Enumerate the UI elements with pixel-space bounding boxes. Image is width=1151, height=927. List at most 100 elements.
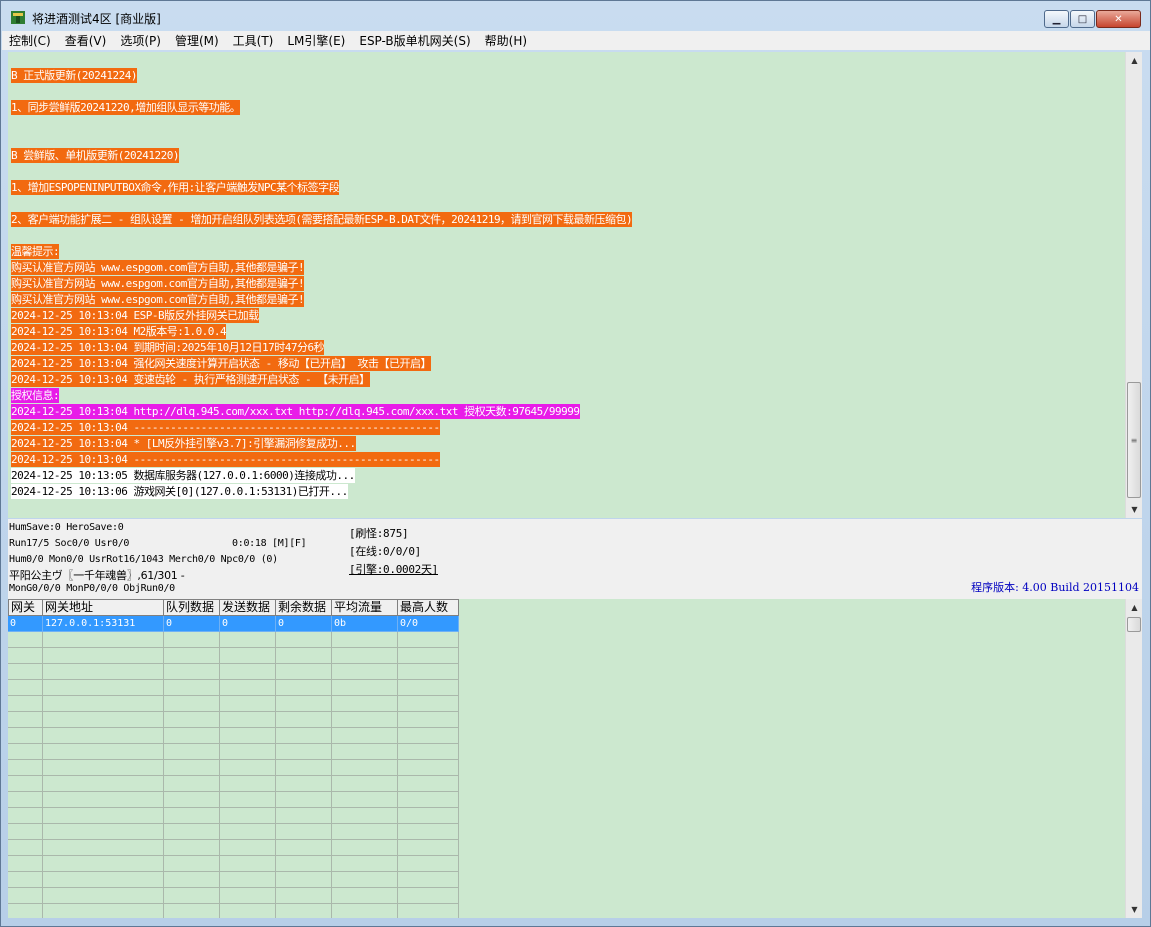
empty-table-row: [8, 696, 459, 712]
log-line: 购买认准官方网站 www.espgom.com官方自助,其他都是骗子!: [11, 292, 305, 307]
empty-table-cell: [8, 824, 43, 840]
minimize-button[interactable]: ▁: [1044, 10, 1069, 28]
scroll-down-icon[interactable]: ▼: [1126, 901, 1142, 918]
column-header[interactable]: 发送数据: [220, 599, 276, 616]
empty-table-cell: [398, 792, 459, 808]
empty-table-row: [8, 840, 459, 856]
refresh-monster-count: [刷怪:875]: [349, 527, 409, 540]
table-cell: 0/0: [398, 616, 459, 632]
log-line: 2024-12-25 10:13:04 变速齿轮 - 执行严格测速开启状态 - …: [11, 372, 370, 387]
empty-table-cell: [332, 776, 398, 792]
run-status: Run17/5 Soc0/0 Usr0/0: [9, 538, 130, 549]
empty-table-cell: [43, 680, 164, 696]
column-header[interactable]: 剩余数据: [276, 599, 332, 616]
empty-table-cell: [220, 664, 276, 680]
empty-table-cell: [276, 712, 332, 728]
empty-table-row: [8, 680, 459, 696]
empty-table-cell: [398, 872, 459, 888]
menu-lm-engine[interactable]: LM引擎(E): [280, 32, 352, 49]
empty-table-cell: [332, 760, 398, 776]
empty-table-cell: [220, 808, 276, 824]
scroll-up-icon[interactable]: ▲: [1126, 599, 1142, 616]
empty-table-cell: [43, 904, 164, 918]
monster-gen-status: MonG0/0/0 MonP0/0/0 ObjRun0/0: [9, 583, 175, 594]
empty-table-cell: [220, 632, 276, 648]
empty-table-cell: [332, 664, 398, 680]
column-header[interactable]: 网关地址: [43, 599, 164, 616]
empty-table-cell: [8, 632, 43, 648]
empty-table-cell: [220, 840, 276, 856]
log-line: 1、增加ESPOPENINPUTBOX命令,作用:让客户端触发NPC某个标签字段: [11, 180, 340, 195]
title-bar[interactable]: 将进酒测试4区 [商业版] ▁ □ ✕: [1, 1, 1150, 31]
table-cell: 0: [276, 616, 332, 632]
empty-table-row: [8, 904, 459, 918]
empty-table-cell: [8, 904, 43, 918]
scroll-thumb[interactable]: ≡: [1127, 382, 1141, 498]
log-line: 2024-12-25 10:13:04 http://dlq.945.com/x…: [11, 404, 580, 419]
log-line: 2024-12-25 10:13:05 数据库服务器(127.0.0.1:600…: [11, 468, 355, 483]
empty-table-cell: [8, 840, 43, 856]
maximize-button[interactable]: □: [1070, 10, 1095, 28]
log-panel[interactable]: B 正式版更新(20241224) 1、同步尝鲜版20241220,增加组队显示…: [8, 52, 1142, 518]
engine-days[interactable]: [引擎:0.0002天]: [349, 561, 438, 577]
menu-espb-gateway[interactable]: ESP-B版单机网关(S): [352, 32, 477, 49]
empty-table-row: [8, 712, 459, 728]
empty-table-cell: [43, 824, 164, 840]
menu-manage[interactable]: 管理(M): [168, 32, 226, 49]
column-header[interactable]: 最高人数: [398, 599, 459, 616]
table-cell: 0b: [332, 616, 398, 632]
empty-table-cell: [276, 744, 332, 760]
empty-table-row: [8, 808, 459, 824]
table-header: 网关 网关地址 队列数据 发送数据 剩余数据 平均流量 最高人数: [8, 599, 459, 616]
table-row[interactable]: 0 127.0.0.1:53131 0 0 0 0b 0/0: [8, 616, 459, 632]
empty-table-cell: [276, 648, 332, 664]
empty-table-cell: [220, 648, 276, 664]
log-line: 2024-12-25 10:13:04 * [LM反外挂引擎v3.7]:引擎漏洞…: [11, 436, 356, 451]
log-line: 购买认准官方网站 www.espgom.com官方自助,其他都是骗子!: [11, 276, 305, 291]
empty-table-row: [8, 776, 459, 792]
empty-table-cell: [332, 888, 398, 904]
empty-table-cell: [43, 840, 164, 856]
close-button[interactable]: ✕: [1096, 10, 1141, 28]
empty-table-row: [8, 872, 459, 888]
empty-table-cell: [8, 872, 43, 888]
menu-tools[interactable]: 工具(T): [226, 32, 281, 49]
online-count: [在线:0/0/0]: [349, 545, 421, 558]
empty-table-cell: [220, 872, 276, 888]
empty-table-cell: [220, 776, 276, 792]
empty-table-cell: [164, 632, 220, 648]
log-line: 授权信息:: [11, 388, 60, 403]
column-header[interactable]: 队列数据: [164, 599, 220, 616]
menu-view[interactable]: 查看(V): [58, 32, 114, 49]
empty-table-cell: [220, 712, 276, 728]
empty-table-row: [8, 792, 459, 808]
scroll-thumb[interactable]: [1127, 617, 1141, 632]
empty-table-cell: [398, 856, 459, 872]
column-header[interactable]: 网关: [8, 599, 43, 616]
menu-help[interactable]: 帮助(H): [478, 32, 534, 49]
empty-table-row: [8, 856, 459, 872]
empty-table-cell: [220, 792, 276, 808]
empty-table-cell: [164, 680, 220, 696]
log-scrollbar[interactable]: ▲ ≡ ▼: [1125, 52, 1142, 518]
column-header[interactable]: 平均流量: [332, 599, 398, 616]
scroll-down-icon[interactable]: ▼: [1126, 501, 1142, 518]
menu-options[interactable]: 选项(P): [113, 32, 168, 49]
empty-table-cell: [398, 888, 459, 904]
scroll-up-icon[interactable]: ▲: [1126, 52, 1142, 69]
empty-table-cell: [220, 760, 276, 776]
empty-table-cell: [398, 664, 459, 680]
app-icon: [11, 11, 25, 24]
log-line: 购买认准官方网站 www.espgom.com官方自助,其他都是骗子!: [11, 260, 305, 275]
empty-table-cell: [398, 904, 459, 918]
empty-table-cell: [332, 648, 398, 664]
empty-table-cell: [8, 888, 43, 904]
empty-table-row: [8, 728, 459, 744]
empty-table-cell: [398, 808, 459, 824]
empty-table-cell: [43, 792, 164, 808]
log-line: 2、客户端功能扩展二 - 组队设置 - 增加开启组队列表选项(需要搭配最新ESP…: [11, 212, 633, 227]
empty-table-cell: [43, 696, 164, 712]
menu-control[interactable]: 控制(C): [2, 32, 58, 49]
empty-table-cell: [43, 648, 164, 664]
table-scrollbar[interactable]: ▲ ▼: [1125, 599, 1142, 918]
